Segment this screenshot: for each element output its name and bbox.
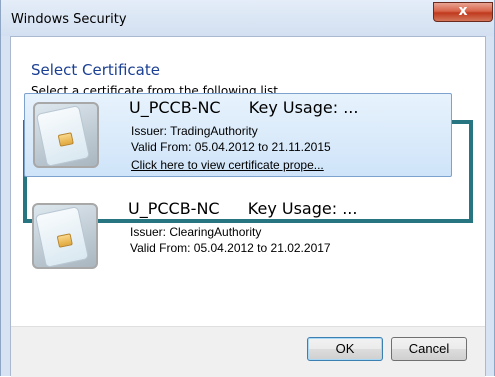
smart-card-icon (33, 102, 99, 168)
dialog-content: Select Certificate Select a certificate … (10, 36, 486, 376)
certificate-name: U_PCCB-NC (129, 98, 221, 117)
close-button[interactable]: x (433, 2, 493, 22)
chip-icon (56, 233, 73, 248)
key-usage: Key Usage: ... (247, 199, 358, 218)
title-bar[interactable]: Windows Security x (1, 0, 494, 36)
cancel-button[interactable]: Cancel (391, 337, 467, 361)
certificate-item-2[interactable]: U_PCCB-NC Key Usage: ... Issuer: Clearin… (24, 195, 452, 279)
certificate-name: U_PCCB-NC (128, 199, 220, 218)
certificate-validity: Valid From: 05.04.2012 to 21.02.2017 (130, 241, 331, 255)
chip-icon (57, 132, 74, 147)
certificate-issuer: Issuer: ClearingAuthority (130, 225, 262, 239)
certificate-item-1[interactable]: U_PCCB-NC Key Usage: ... Issuer: Trading… (24, 93, 452, 177)
key-usage: Key Usage: ... (248, 98, 359, 117)
card-shape (35, 105, 91, 167)
smart-card-icon (32, 203, 98, 269)
view-certificate-properties-link[interactable]: Click here to view certificate prope... (131, 158, 324, 172)
ok-button[interactable]: OK (307, 337, 383, 361)
window-title: Windows Security (11, 12, 127, 27)
page-title: Select Certificate (31, 61, 160, 79)
close-icon: x (458, 3, 468, 19)
windows-security-dialog: Windows Security x Select Certificate Se… (0, 0, 495, 377)
card-shape (34, 206, 90, 268)
certificate-issuer: Issuer: TradingAuthority (131, 124, 258, 138)
certificate-validity: Valid From: 05.04.2012 to 21.11.2015 (131, 140, 331, 154)
button-bar: OK Cancel (11, 326, 485, 377)
